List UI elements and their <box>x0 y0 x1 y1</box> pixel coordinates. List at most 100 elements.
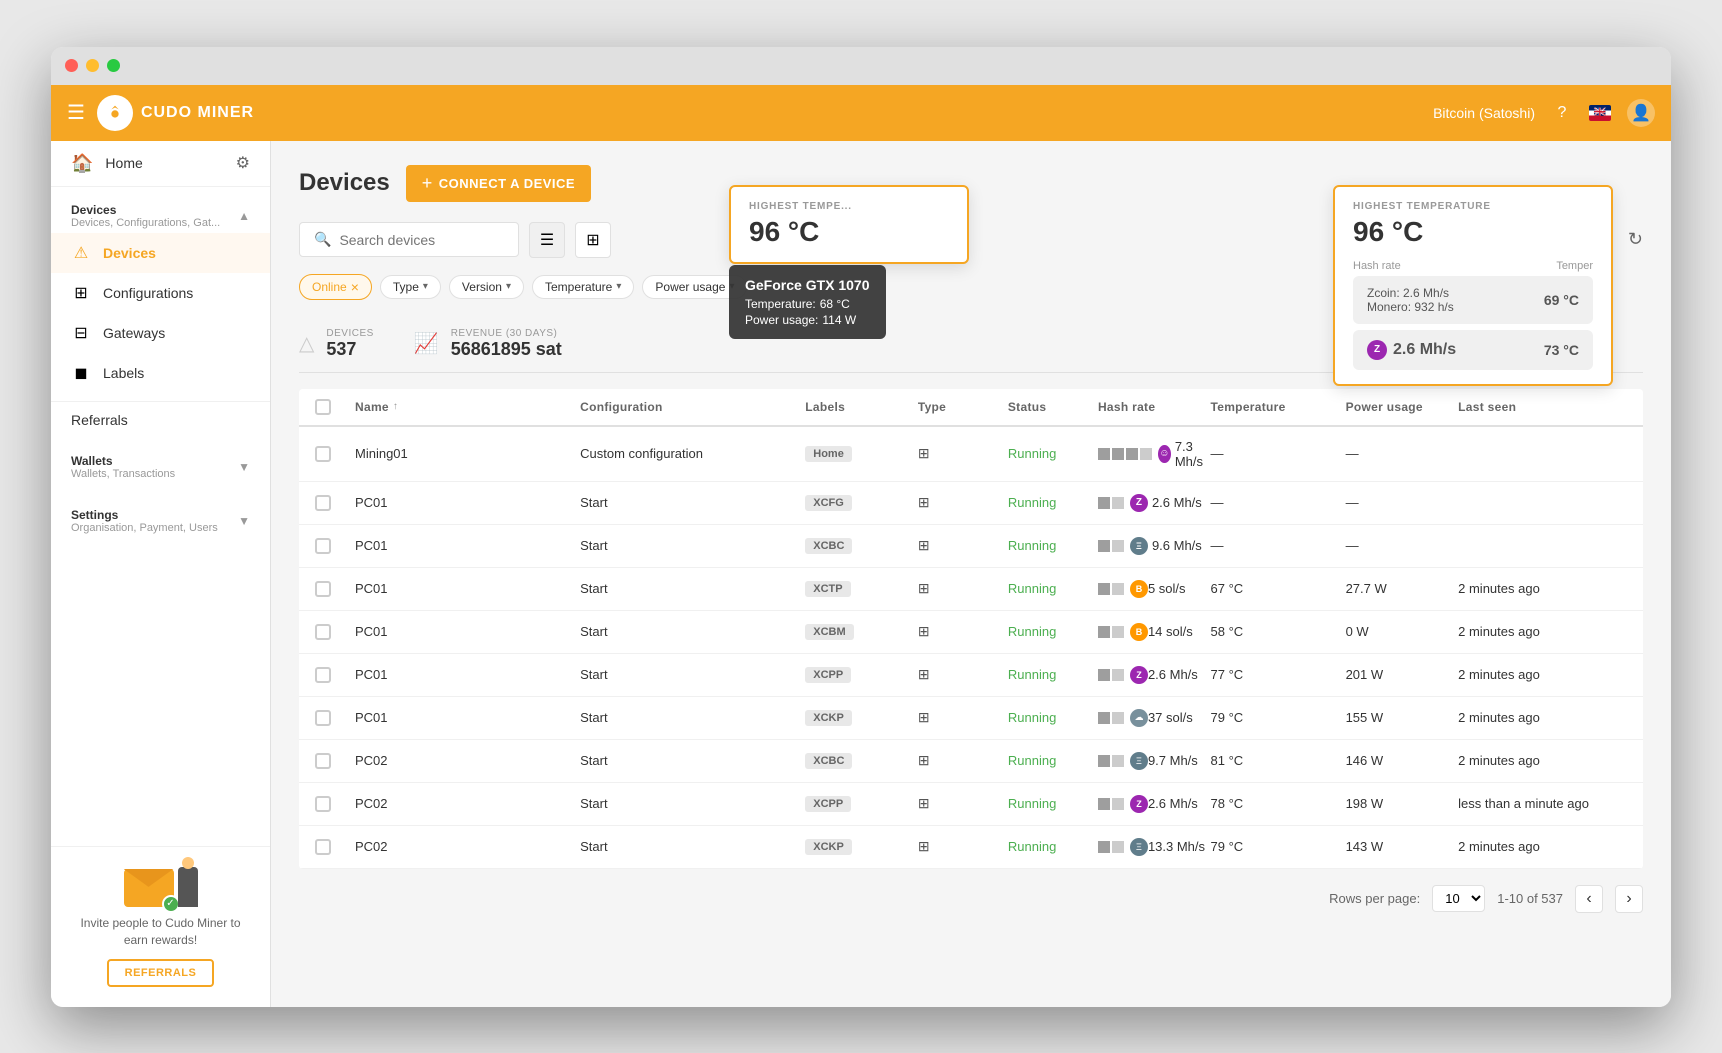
hover-card-row1-temp: 69 °C <box>1544 292 1579 308</box>
envelope-icon: ✓ <box>124 869 174 907</box>
row-config: Start <box>580 753 805 768</box>
row-power: — <box>1346 538 1459 553</box>
row-temp: — <box>1211 538 1346 553</box>
row-power: 198 W <box>1346 796 1459 811</box>
row-lastseen: less than a minute ago <box>1458 796 1627 811</box>
table-row[interactable]: Mining01 Custom configuration Home ⊞ Run… <box>299 427 1643 482</box>
maximize-btn[interactable] <box>107 59 120 72</box>
row-checkbox <box>315 446 355 462</box>
minimize-btn[interactable] <box>86 59 99 72</box>
rows-per-page-label: Rows per page: <box>1329 891 1420 906</box>
devices-group: Devices Devices, Configurations, Gat... … <box>51 187 270 401</box>
logo-icon <box>97 95 133 131</box>
table-row[interactable]: PC01 Start XCFG ⊞ Running Z 2.6 Mh/s — — <box>299 482 1643 525</box>
devices-group-header[interactable]: Devices Devices, Configurations, Gat... … <box>51 195 270 233</box>
row-temp: 77 °C <box>1211 667 1346 682</box>
table-row[interactable]: PC01 Start XCKP ⊞ Running ☁ 37 sol/s 79 … <box>299 697 1643 740</box>
devices-stat: △ DEVICES 537 <box>299 328 374 360</box>
type-dropdown-arrow: ▾ <box>423 281 428 292</box>
row-label: XCKP <box>805 839 918 855</box>
connect-btn-label: CONNECT A DEVICE <box>439 176 575 191</box>
table-row[interactable]: PC01 Start XCBM ⊞ Running B 14 sol/s 58 … <box>299 611 1643 654</box>
row-status: Running <box>1008 839 1098 854</box>
sidebar-item-gateways[interactable]: ⊟ Gateways <box>51 313 270 353</box>
row-status: Running <box>1008 495 1098 510</box>
remove-online-filter-icon[interactable]: × <box>351 279 359 295</box>
sort-icon[interactable]: ↑ <box>393 401 398 412</box>
next-page-button[interactable]: › <box>1615 885 1643 913</box>
filter-power[interactable]: Power usage ▾ <box>642 275 747 299</box>
filter-type[interactable]: Type ▾ <box>380 275 441 299</box>
table-row[interactable]: PC02 Start XCBC ⊞ Running Ξ 9.7 Mh/s 81 … <box>299 740 1643 783</box>
prev-page-button[interactable]: ‹ <box>1575 885 1603 913</box>
row-checkbox <box>315 667 355 683</box>
row-lastseen: 2 minutes ago <box>1458 624 1627 639</box>
referrals-button[interactable]: REFERRALS <box>107 959 215 987</box>
search-input[interactable] <box>339 232 499 248</box>
row-config: Start <box>580 495 805 510</box>
table-row[interactable]: PC02 Start XCKP ⊞ Running Ξ 13.3 Mh/s 79… <box>299 826 1643 869</box>
row-config: Start <box>580 710 805 725</box>
refresh-icon[interactable]: ↻ <box>1628 229 1643 250</box>
grid-view-button[interactable]: ⊞ <box>575 222 611 258</box>
wallets-group-header[interactable]: Wallets Wallets, Transactions ▼ <box>51 446 270 484</box>
row-checkbox <box>315 538 355 554</box>
sidebar-item-devices[interactable]: ⚠ Devices <box>51 233 270 273</box>
gateway-icon: ⊟ <box>71 323 91 343</box>
windows-icon: ⊞ <box>918 445 930 462</box>
sidebar-item-configurations[interactable]: ⊞ Configurations <box>51 273 270 313</box>
windows-icon: ⊞ <box>918 580 930 597</box>
row-label: Home <box>805 446 918 462</box>
row-label: XCBC <box>805 753 918 769</box>
filter-online[interactable]: Online × <box>299 274 372 300</box>
row-temp: 58 °C <box>1211 624 1346 639</box>
sidebar-item-labels[interactable]: ◼ Labels <box>51 353 270 393</box>
table-header: Name ↑ Configuration Labels Type Status … <box>299 389 1643 427</box>
row-type: ⊞ <box>918 494 1008 511</box>
filter-version[interactable]: Version ▾ <box>449 275 524 299</box>
hover-sub-card-2: Z 2.6 Mh/s 73 °C <box>1353 330 1593 370</box>
language-icon[interactable]: 🇬🇧 <box>1589 105 1611 121</box>
revenue-value: 56861895 sat <box>451 339 562 360</box>
row-name: PC01 <box>355 667 580 682</box>
hamburger-icon[interactable]: ☰ <box>67 100 85 125</box>
rows-per-page-select[interactable]: 10 25 50 <box>1432 885 1485 912</box>
table-row[interactable]: PC01 Start XCBC ⊞ Running Ξ 9.6 Mh/s — — <box>299 525 1643 568</box>
hover-card-row2-hash: 2.6 Mh/s <box>1393 341 1456 359</box>
row-hashrate: Z 2.6 Mh/s <box>1098 795 1211 813</box>
row-label: XCBM <box>805 624 918 640</box>
list-view-button[interactable]: ☰ <box>529 222 565 258</box>
pagination: Rows per page: 10 25 50 1-10 of 537 ‹ › <box>299 869 1643 929</box>
sidebar-item-configurations-label: Configurations <box>103 285 193 301</box>
zcoin-icon: Z <box>1367 340 1387 360</box>
hover-card-right-temp: 96 °C <box>1353 216 1593 248</box>
table-row[interactable]: PC01 Start XCPP ⊞ Running Z 2.6 Mh/s 77 … <box>299 654 1643 697</box>
table-row[interactable]: PC02 Start XCPP ⊞ Running Z 2.6 Mh/s 78 … <box>299 783 1643 826</box>
header-type: Type <box>918 400 1008 414</box>
windows-icon: ⊞ <box>918 795 930 812</box>
hover-card-row1-algo2: Monero: 932 h/s <box>1367 300 1454 314</box>
revenue-label: REVENUE (30 DAYS) <box>451 328 562 339</box>
settings-group-header[interactable]: Settings Organisation, Payment, Users ▼ <box>51 500 270 538</box>
row-config: Start <box>580 581 805 596</box>
sidebar-item-home[interactable]: 🏠 Home ⚙ <box>51 141 270 187</box>
table-row[interactable]: PC01 Start XCTP ⊞ Running B 5 sol/s 67 °… <box>299 568 1643 611</box>
close-btn[interactable] <box>65 59 78 72</box>
filter-temperature[interactable]: Temperature ▾ <box>532 275 634 299</box>
select-all-checkbox[interactable] <box>315 399 331 415</box>
search-box: 🔍 <box>299 222 519 257</box>
row-name: PC02 <box>355 839 580 854</box>
sidebar-item-referrals[interactable]: Referrals <box>51 401 270 438</box>
row-hashrate: Ξ 9.7 Mh/s <box>1098 752 1211 770</box>
windows-icon: ⊞ <box>918 666 930 683</box>
help-icon[interactable]: ? <box>1551 102 1573 124</box>
header-labels: Labels <box>805 400 918 414</box>
user-avatar[interactable]: 👤 <box>1627 99 1655 127</box>
power-filter-label: Power usage <box>655 280 725 294</box>
connect-device-button[interactable]: + CONNECT A DEVICE <box>406 165 591 202</box>
windows-icon: ⊞ <box>918 494 930 511</box>
settings-gear-icon[interactable]: ⚙ <box>236 153 250 173</box>
row-type: ⊞ <box>918 445 1008 462</box>
row-power: 143 W <box>1346 839 1459 854</box>
row-power: — <box>1346 446 1459 461</box>
